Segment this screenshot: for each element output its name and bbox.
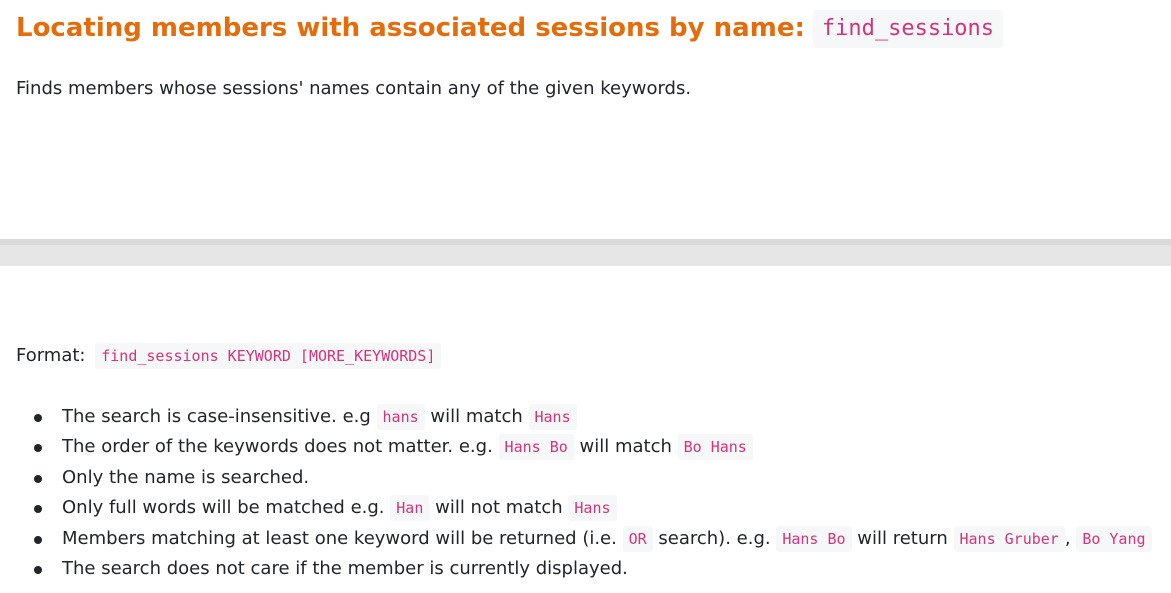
heading-command-code: find_sessions <box>812 10 1004 48</box>
bullet-text: The search is case-insensitive. e.g <box>62 406 371 427</box>
inline-code: Hans <box>568 495 617 522</box>
inline-code: Han <box>390 495 430 522</box>
list-item: Members matching at least one keyword wi… <box>16 524 1152 554</box>
section-description: Finds members whose sessions' names cont… <box>16 78 692 99</box>
bullet-text: Only full words will be matched e.g. <box>62 497 385 519</box>
inline-code: Hans Gruber <box>953 525 1065 552</box>
bullet-text: will match <box>579 436 672 458</box>
list-item: The search does not care if the member i… <box>16 554 1152 584</box>
bullet-icon <box>34 535 42 544</box>
bullet-text: will not match <box>435 497 563 519</box>
format-code: find_sessions KEYWORD [MORE_KEYWORDS] <box>95 343 442 369</box>
bullet-text: search). e.g. <box>658 527 771 549</box>
inline-code: OR <box>622 525 653 552</box>
separator-comma: , <box>1064 527 1071 549</box>
inline-code: Hans <box>528 404 577 430</box>
list-item: Only full words will be matched e.g. Han… <box>16 493 1152 523</box>
bullet-text: will return <box>857 527 948 549</box>
bullet-text: Members matching at least one keyword wi… <box>62 527 617 549</box>
bullet-icon <box>34 505 42 514</box>
format-label: Format: <box>16 345 86 366</box>
bullet-text: The search does not care if the member i… <box>62 557 628 579</box>
bullet-text: will match <box>430 406 523 427</box>
bullet-text: Only the name is searched. <box>62 466 310 488</box>
list-item: Only the name is searched. <box>16 463 1152 493</box>
bullet-icon <box>34 444 42 453</box>
list-item: The order of the keywords does not matte… <box>16 432 1152 462</box>
inline-code: Hans Bo <box>498 434 574 461</box>
bullet-icon <box>34 414 42 422</box>
section-heading: Locating members with associated session… <box>16 8 1004 48</box>
inline-code: Bo Yang <box>1076 525 1152 552</box>
notes-list: The search is case-insensitive. e.g hans… <box>16 402 1152 584</box>
inline-code: hans <box>376 404 425 430</box>
inline-code: Hans Bo <box>776 525 852 552</box>
bullet-icon <box>34 474 42 483</box>
bullet-text: The order of the keywords does not matte… <box>62 436 493 458</box>
page-divider-band <box>0 239 1171 266</box>
bullet-icon <box>34 565 42 574</box>
format-line: Format: find_sessions KEYWORD [MORE_KEYW… <box>16 342 442 370</box>
list-item: The search is case-insensitive. e.g hans… <box>16 402 1152 432</box>
inline-code: Bo Hans <box>677 434 753 461</box>
page: Locating members with associated session… <box>0 0 1171 593</box>
heading-text: Locating members with associated session… <box>16 13 805 43</box>
